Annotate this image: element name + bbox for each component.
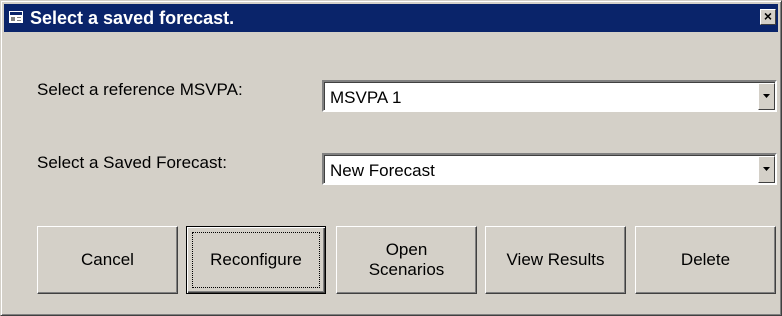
view-results-button[interactable]: View Results — [485, 226, 626, 294]
forecast-select[interactable]: New Forecast — [322, 153, 777, 185]
chevron-down-icon — [763, 94, 770, 98]
msvpa-select[interactable]: MSVPA 1 — [322, 80, 777, 112]
dialog-window: Select a saved forecast. × Select a refe… — [0, 0, 782, 316]
reconfigure-button[interactable]: Reconfigure — [186, 226, 326, 294]
cancel-button[interactable]: Cancel — [37, 226, 178, 294]
view-results-button-label: View Results — [506, 250, 605, 269]
delete-button-label: Delete — [680, 250, 731, 269]
forecast-select-value: New Forecast — [330, 161, 435, 180]
delete-button[interactable]: Delete — [635, 226, 776, 294]
chevron-down-icon — [763, 167, 770, 171]
form-icon — [9, 11, 23, 23]
title-bar[interactable]: Select a saved forecast. × — [4, 4, 778, 32]
msvpa-dropdown-button[interactable] — [758, 83, 775, 110]
close-button[interactable]: × — [760, 9, 776, 25]
open-scenarios-button[interactable]: Open Scenarios — [336, 226, 477, 294]
msvpa-label: Select a reference MSVPA: — [37, 80, 243, 99]
window-title: Select a saved forecast. — [30, 8, 235, 28]
open-scenarios-button-label: Open Scenarios — [368, 240, 445, 279]
forecast-dropdown-button[interactable] — [758, 156, 775, 183]
msvpa-select-value: MSVPA 1 — [330, 88, 402, 107]
reconfigure-button-label: Reconfigure — [210, 250, 302, 269]
cancel-button-label: Cancel — [81, 250, 134, 269]
forecast-label: Select a Saved Forecast: — [37, 153, 227, 172]
close-icon: × — [763, 8, 773, 24]
